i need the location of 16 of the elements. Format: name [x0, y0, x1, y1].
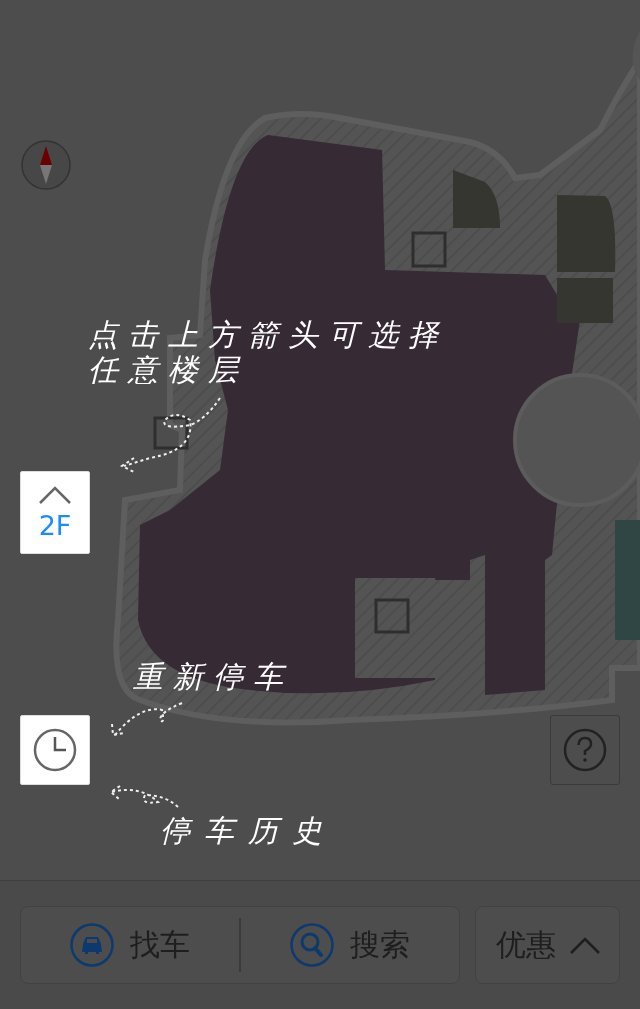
- car-icon: [70, 923, 115, 967]
- hint-text: 停车历史: [160, 814, 336, 849]
- floor-label: 2F: [38, 512, 72, 539]
- compass-icon[interactable]: [21, 140, 71, 190]
- chevron-up-icon: [569, 936, 600, 954]
- search-icon: [289, 923, 334, 967]
- dashed-arrow: [109, 785, 179, 808]
- clock-icon: [32, 727, 78, 773]
- floor-selector-button[interactable]: 2F: [20, 471, 90, 554]
- hint-text: 重新停车: [133, 660, 293, 695]
- dashed-arrow: [111, 702, 183, 737]
- chevron-up-icon: [39, 486, 71, 504]
- help-icon: [563, 728, 607, 772]
- parking-history-button[interactable]: [20, 715, 90, 785]
- hint-text: 点击上方箭头可选择任意楼层: [88, 318, 449, 387]
- help-button[interactable]: [550, 715, 620, 785]
